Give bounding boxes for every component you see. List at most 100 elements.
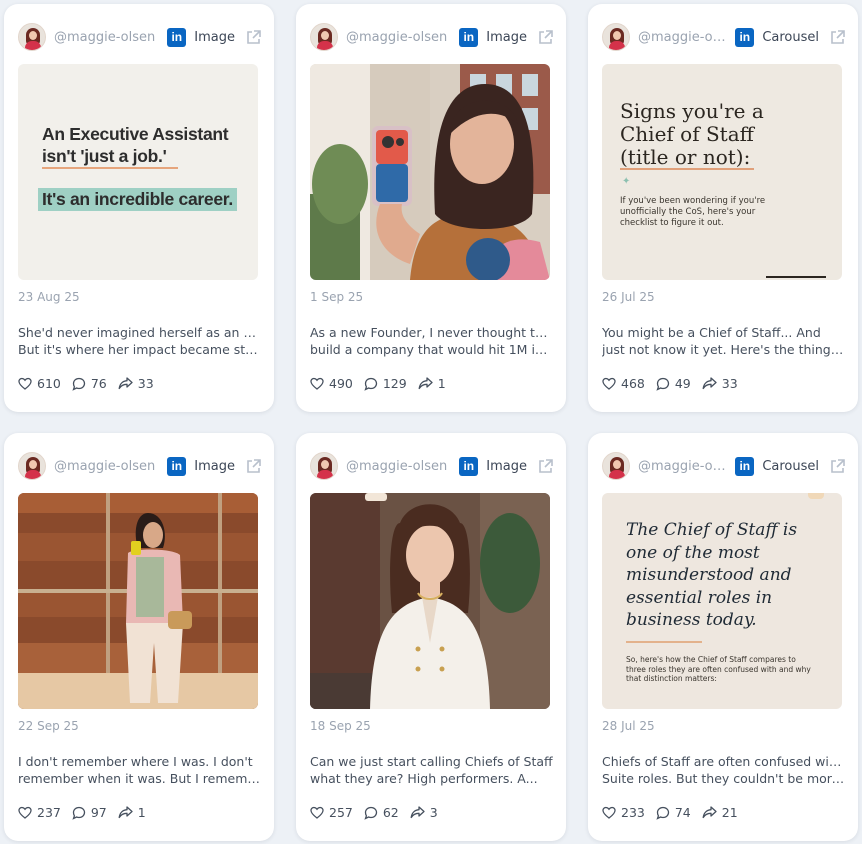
post-grid: @maggie-olsen in Image An Executive Assi… — [0, 0, 862, 844]
shares-count: 1 — [437, 376, 446, 391]
image-text-line: isn't 'just a job.' — [42, 146, 167, 166]
image-title: Signs you're a Chief of Staff (title or … — [620, 99, 764, 169]
engagement-stats: 233 74 21 — [602, 805, 749, 820]
image-text-line: An Executive Assistant — [42, 124, 229, 144]
engagement-stats: 610 76 33 — [18, 376, 165, 391]
likes-count: 233 — [621, 805, 645, 820]
post-image[interactable] — [310, 64, 550, 280]
heart-icon — [310, 806, 324, 819]
heart-icon — [310, 377, 324, 390]
footer-rule — [766, 276, 826, 278]
post-image[interactable] — [18, 493, 258, 709]
post-caption: Can we just start calling Chiefs of Staf… — [310, 754, 553, 786]
portrait-photo — [310, 493, 550, 709]
comment-icon — [364, 806, 378, 820]
shares-count: 21 — [721, 805, 738, 820]
post-image[interactable] — [310, 493, 550, 709]
share-icon — [410, 806, 425, 819]
comment-icon — [656, 806, 670, 820]
underline-accent — [626, 641, 702, 643]
external-link-icon[interactable] — [829, 29, 846, 46]
likes-count: 257 — [329, 805, 353, 820]
likes-count: 237 — [37, 805, 61, 820]
linkedin-icon: in — [167, 27, 187, 47]
post-type-label: Image — [486, 29, 527, 45]
external-link-icon[interactable] — [537, 29, 554, 46]
avatar — [18, 23, 46, 51]
heart-icon — [18, 806, 32, 819]
engagement-stats: 468 49 33 — [602, 376, 749, 391]
comments-count: 74 — [674, 805, 691, 820]
avatar — [602, 23, 630, 51]
post-date: 23 Aug 25 — [18, 290, 80, 304]
post-date: 28 Jul 25 — [602, 719, 655, 733]
comment-icon — [364, 377, 378, 391]
post-card[interactable]: @maggie-olsen in Image — [4, 433, 274, 841]
author-handle[interactable]: @maggie-olsen — [346, 459, 451, 474]
post-caption: I don't remember where I was. I don't re… — [18, 754, 262, 786]
engagement-stats: 237 97 1 — [18, 805, 157, 820]
author-handle[interactable]: @maggie-olsen — [638, 30, 727, 45]
share-icon — [118, 806, 133, 819]
comments-count: 62 — [382, 805, 399, 820]
post-caption: As a new Founder, I never thought that I… — [310, 325, 554, 357]
post-type-label: Carousel — [762, 458, 819, 474]
comments-count: 97 — [90, 805, 107, 820]
author-handle[interactable]: @maggie-olsen — [54, 30, 159, 45]
likes-count: 610 — [37, 376, 61, 391]
selfie-photo — [310, 64, 550, 280]
heart-icon — [18, 377, 32, 390]
post-image[interactable]: The Chief of Staff is one of the most mi… — [602, 493, 842, 709]
card-header: @maggie-olsen in Carousel — [602, 20, 846, 54]
engagement-stats: 490 129 1 — [310, 376, 457, 391]
heart-icon — [602, 377, 616, 390]
image-highlight-text: It's an incredible career. — [38, 188, 237, 211]
post-date: 1 Sep 25 — [310, 290, 364, 304]
linkedin-icon: in — [735, 27, 755, 47]
post-caption: Chiefs of Staff are often confused with … — [602, 754, 846, 786]
card-header: @maggie-olsen in Image — [18, 20, 262, 54]
shares-count: 1 — [137, 805, 146, 820]
underline-accent — [42, 167, 178, 169]
external-link-icon[interactable] — [537, 458, 554, 475]
card-header: @maggie-olsen in Carousel — [602, 449, 846, 483]
image-body-text: So, here's how the Chief of Staff compar… — [626, 655, 811, 683]
external-link-icon[interactable] — [829, 458, 846, 475]
shares-count: 3 — [429, 805, 438, 820]
post-card[interactable]: @maggie-olsen in Image — [296, 4, 566, 412]
linkedin-icon: in — [167, 456, 187, 476]
post-type-label: Image — [194, 458, 235, 474]
shares-count: 33 — [137, 376, 154, 391]
comments-count: 76 — [90, 376, 107, 391]
comments-count: 49 — [674, 376, 691, 391]
linkedin-icon: in — [459, 27, 479, 47]
share-icon — [418, 377, 433, 390]
underline-accent — [620, 168, 754, 170]
likes-count: 490 — [329, 376, 353, 391]
external-link-icon[interactable] — [245, 458, 262, 475]
heart-icon — [602, 806, 616, 819]
share-icon — [118, 377, 133, 390]
avatar — [310, 452, 338, 480]
external-link-icon[interactable] — [245, 29, 262, 46]
card-header: @maggie-olsen in Image — [310, 449, 554, 483]
post-date: 22 Sep 25 — [18, 719, 79, 733]
image-body-text: If you've been wondering if you're unoff… — [620, 196, 766, 228]
linkedin-icon: in — [459, 456, 479, 476]
post-image[interactable]: An Executive Assistant isn't 'just a job… — [18, 64, 258, 280]
post-card[interactable]: @maggie-olsen in Carousel The Chief of S… — [588, 433, 858, 841]
post-card[interactable]: @maggie-olsen in Image An Executive Assi… — [4, 4, 274, 412]
author-handle[interactable]: @maggie-olsen — [638, 459, 727, 474]
comments-count: 129 — [382, 376, 407, 391]
author-handle[interactable]: @maggie-olsen — [346, 30, 451, 45]
post-type-label: Carousel — [762, 29, 819, 45]
post-card[interactable]: @maggie-olsen in Image — [296, 433, 566, 841]
comment-icon — [72, 377, 86, 391]
post-type-label: Image — [486, 458, 527, 474]
author-handle[interactable]: @maggie-olsen — [54, 459, 159, 474]
linkedin-icon: in — [735, 456, 755, 476]
post-card[interactable]: @maggie-olsen in Carousel Signs you're a… — [588, 4, 858, 412]
card-header: @maggie-olsen in Image — [18, 449, 262, 483]
post-image[interactable]: Signs you're a Chief of Staff (title or … — [602, 64, 842, 280]
post-date: 26 Jul 25 — [602, 290, 655, 304]
